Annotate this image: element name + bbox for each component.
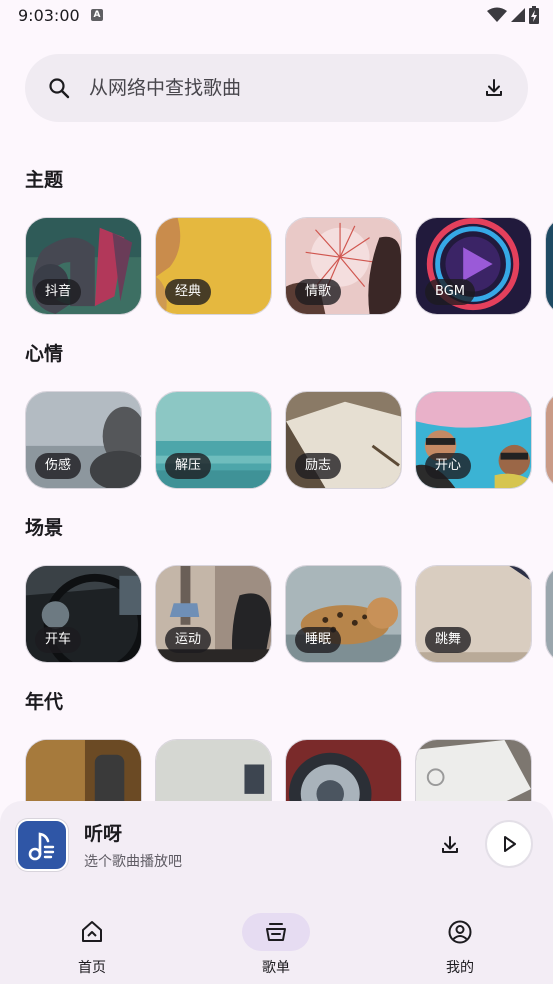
bottom-nav: 首页 歌单 我的 [0,901,553,984]
card-relax[interactable]: 解压 [155,391,272,489]
mini-player[interactable]: 听呀 选个歌曲播放吧 [0,801,553,901]
card-label: 运动 [165,627,212,653]
card-era-1[interactable] [25,739,142,801]
status-bar: 9:03:00 A [0,0,553,30]
card-era-4[interactable] [415,739,532,801]
status-icons [487,6,539,24]
card-label: 伤感 [35,453,82,479]
card-label: 睡眠 [295,627,342,653]
scene-row: 开车 运动 睡眠 跳舞 [25,565,553,663]
section-title-era: 年代 [25,691,64,713]
play-button[interactable] [485,820,533,868]
play-icon [504,836,516,852]
card-image [26,740,141,801]
card-era-2[interactable] [155,739,272,801]
card-label: BGM [425,279,475,305]
nav-home[interactable]: 首页 [42,911,142,981]
card-label: 解压 [165,453,212,479]
nav-playlist-label: 歌单 [262,960,290,976]
card-label: 开车 [35,627,82,653]
card-image [286,740,401,801]
search-icon [49,78,70,99]
profile-icon [448,920,472,944]
card-label: 励志 [295,453,342,479]
card-era-3[interactable] [285,739,402,801]
notification-icon: A [91,9,103,21]
card-label: 跳舞 [425,627,472,653]
era-row [25,739,553,801]
card-happy[interactable]: 开心 [415,391,532,489]
card-inspire[interactable]: 励志 [285,391,402,489]
card-partial[interactable] [545,217,553,315]
card-image [546,392,553,488]
section-title-theme: 主题 [25,169,64,191]
card-sad[interactable]: 伤感 [25,391,142,489]
card-image [156,740,271,801]
card-image [546,566,553,662]
nav-icon-wrap [426,913,494,951]
music-note-icon [28,832,55,861]
signal-icon [511,8,525,22]
card-driving[interactable]: 开车 [25,565,142,663]
search-bar[interactable]: 从网络中查找歌曲 [25,54,528,122]
card-partial[interactable] [545,565,553,663]
download-icon[interactable] [438,833,462,857]
theme-row: 抖音 经典 情歌 BGM [25,217,553,315]
download-icon[interactable] [482,76,506,100]
search-input[interactable]: 从网络中查找歌曲 [89,76,241,100]
card-image [416,740,531,801]
card-label: 经典 [165,279,212,305]
nav-icon-wrap [242,913,310,951]
card-love-songs[interactable]: 情歌 [285,217,402,315]
status-time: 9:03:00 [18,6,80,25]
section-title-scene: 场景 [25,517,64,539]
app-logo [16,819,68,871]
card-sport[interactable]: 运动 [155,565,272,663]
card-douyin[interactable]: 抖音 [25,217,142,315]
wifi-icon [487,7,507,22]
playlist-icon [266,923,286,941]
card-label: 抖音 [35,279,82,305]
nav-mine-label: 我的 [446,960,474,976]
card-dance[interactable]: 跳舞 [415,565,532,663]
mood-row: 伤感 解压 励志 开心 [25,391,553,489]
nav-icon-wrap [58,913,126,951]
card-classic[interactable]: 经典 [155,217,272,315]
card-image [546,218,553,314]
battery-icon [529,6,539,24]
card-partial[interactable] [545,391,553,489]
card-sleep[interactable]: 睡眠 [285,565,402,663]
player-title: 听呀 [84,823,123,845]
nav-playlist[interactable]: 歌单 [226,911,326,981]
card-label: 开心 [425,453,472,479]
player-subtitle: 选个歌曲播放吧 [84,854,182,870]
card-label: 情歌 [295,279,342,305]
home-icon [82,921,102,942]
section-title-mood: 心情 [25,343,64,365]
nav-mine[interactable]: 我的 [410,911,510,981]
nav-home-label: 首页 [78,960,106,976]
card-bgm[interactable]: BGM [415,217,532,315]
